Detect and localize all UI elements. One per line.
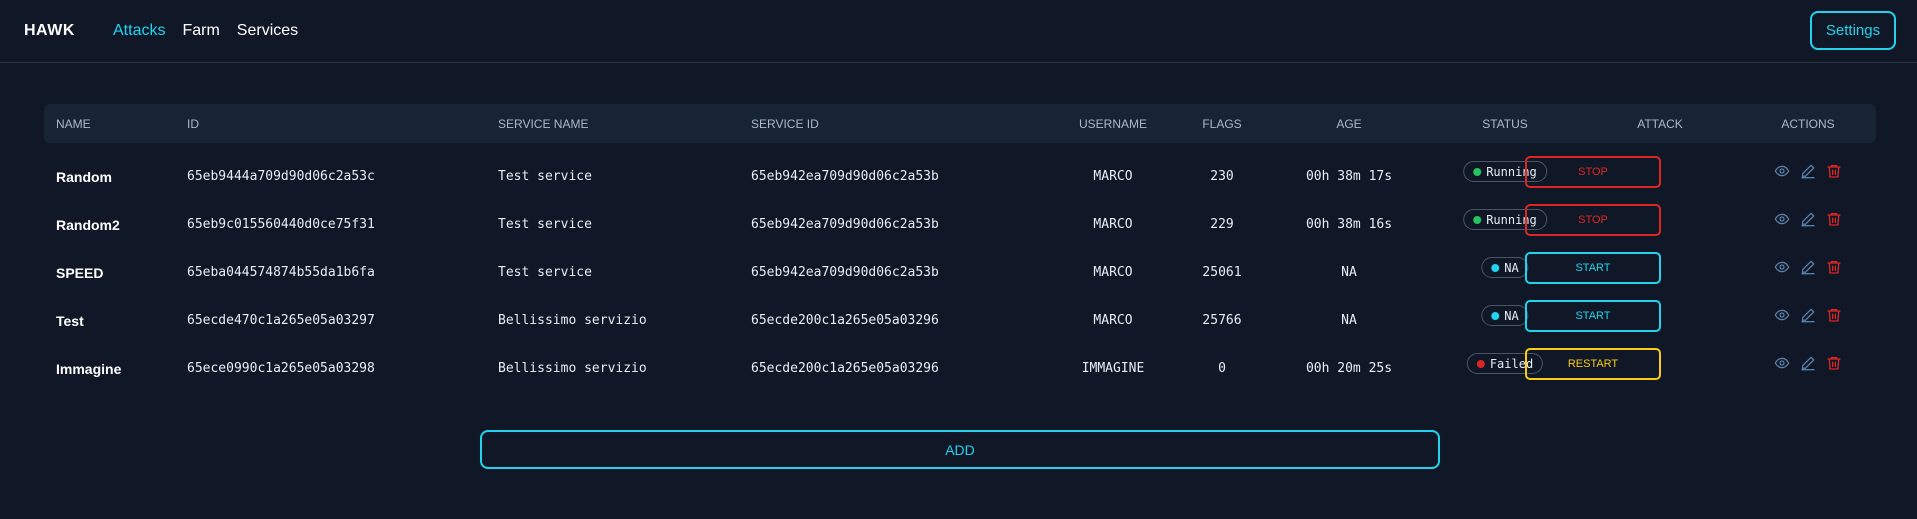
attack-name: Random [56, 169, 112, 185]
eye-icon[interactable] [1774, 355, 1790, 371]
nav-services[interactable]: Services [237, 22, 298, 40]
service-name: Bellissimo servizio [498, 361, 647, 376]
flags-count: 229 [1210, 217, 1234, 232]
flags-count: 0 [1218, 361, 1226, 376]
username: MARCO [1093, 217, 1133, 232]
attack-toggle-button[interactable]: START [1525, 252, 1661, 284]
username: MARCO [1093, 265, 1133, 280]
age: NA [1341, 265, 1357, 280]
attack-toggle-button[interactable]: STOP [1525, 156, 1661, 188]
attack-id: 65eb9c015560440d0ce75f31 [187, 217, 375, 232]
trash-icon[interactable] [1826, 307, 1842, 323]
col-actions: ACTIONS [1781, 117, 1835, 131]
pencil-icon[interactable] [1800, 259, 1816, 275]
pencil-icon[interactable] [1800, 307, 1816, 323]
eye-icon[interactable] [1774, 163, 1790, 179]
username: IMMAGINE [1081, 361, 1145, 376]
attacks-table: NAME ID SERVICE NAME SERVICE ID USERNAME… [44, 104, 1876, 392]
col-name: NAME [56, 117, 91, 131]
top-navbar: HAWK Attacks Farm Services Settings [0, 0, 1917, 63]
service-id: 65ecde200c1a265e05a03296 [751, 313, 939, 328]
service-id: 65eb942ea709d90d06c2a53b [751, 169, 939, 184]
eye-icon[interactable] [1774, 259, 1790, 275]
status-label: NA [1504, 308, 1519, 323]
col-service-id: SERVICE ID [751, 117, 819, 131]
settings-button[interactable]: Settings [1810, 11, 1896, 50]
trash-icon[interactable] [1826, 355, 1842, 371]
attack-toggle-button[interactable]: RESTART [1525, 348, 1661, 380]
col-id: ID [187, 117, 199, 131]
service-name: Test service [498, 217, 592, 232]
trash-icon[interactable] [1826, 211, 1842, 227]
flags-count: 25766 [1202, 313, 1242, 328]
col-age: AGE [1336, 117, 1362, 131]
status-dot-icon [1473, 215, 1482, 224]
attack-name: Random2 [56, 217, 120, 233]
pencil-icon[interactable] [1800, 163, 1816, 179]
age: 00h 38m 16s [1305, 217, 1393, 232]
username: MARCO [1093, 169, 1133, 184]
trash-icon[interactable] [1826, 259, 1842, 275]
age: 00h 20m 25s [1305, 361, 1393, 376]
status-badge: NA [1481, 257, 1529, 278]
attack-toggle-button[interactable]: STOP [1525, 204, 1661, 236]
service-id: 65eb942ea709d90d06c2a53b [751, 265, 939, 280]
flags-count: 230 [1210, 169, 1234, 184]
row-actions [1774, 355, 1842, 371]
table-row: Random2 65eb9c015560440d0ce75f31 Test se… [44, 200, 1876, 248]
status-dot-icon [1473, 167, 1482, 176]
status-dot-icon [1491, 311, 1500, 320]
add-attack-button[interactable]: ADD [480, 430, 1440, 469]
pencil-icon[interactable] [1800, 211, 1816, 227]
row-actions [1774, 307, 1842, 323]
status-badge: NA [1481, 305, 1529, 326]
attack-name: Immagine [56, 361, 122, 377]
status-dot-icon [1491, 263, 1500, 272]
table-body: Random 65eb9444a709d90d06c2a53c Test ser… [44, 152, 1876, 392]
col-username: USERNAME [1078, 117, 1148, 131]
service-id: 65ecde200c1a265e05a03296 [751, 361, 939, 376]
row-actions [1774, 211, 1842, 227]
age: 00h 38m 17s [1305, 169, 1393, 184]
attack-id: 65eb9444a709d90d06c2a53c [187, 169, 375, 184]
main-nav: Attacks Farm Services [113, 22, 298, 40]
nav-attacks[interactable]: Attacks [113, 22, 165, 40]
attack-id: 65ece0990c1a265e05a03298 [187, 361, 375, 376]
status-label: NA [1504, 260, 1519, 275]
status-dot-icon [1476, 359, 1485, 368]
age: NA [1341, 313, 1357, 328]
pencil-icon[interactable] [1800, 355, 1816, 371]
flags-count: 25061 [1202, 265, 1242, 280]
service-name: Test service [498, 169, 592, 184]
brand-logo[interactable]: HAWK [24, 22, 75, 40]
service-name: Bellissimo servizio [498, 313, 647, 328]
table-row: Random 65eb9444a709d90d06c2a53c Test ser… [44, 152, 1876, 200]
eye-icon[interactable] [1774, 307, 1790, 323]
table-row: SPEED 65eba044574874b55da1b6fa Test serv… [44, 248, 1876, 296]
trash-icon[interactable] [1826, 163, 1842, 179]
col-flags: FLAGS [1202, 117, 1242, 131]
nav-farm[interactable]: Farm [182, 22, 219, 40]
eye-icon[interactable] [1774, 211, 1790, 227]
table-row: Test 65ecde470c1a265e05a03297 Bellissimo… [44, 296, 1876, 344]
username: MARCO [1093, 313, 1133, 328]
col-attack: ATTACK [1637, 117, 1683, 131]
col-status: STATUS [1482, 117, 1528, 131]
attack-toggle-button[interactable]: START [1525, 300, 1661, 332]
service-id: 65eb942ea709d90d06c2a53b [751, 217, 939, 232]
table-row: Immagine 65ece0990c1a265e05a03298 Bellis… [44, 344, 1876, 392]
col-service-name: SERVICE NAME [498, 117, 589, 131]
attack-id: 65ecde470c1a265e05a03297 [187, 313, 375, 328]
attack-name: Test [56, 313, 84, 329]
row-actions [1774, 259, 1842, 275]
table-header: NAME ID SERVICE NAME SERVICE ID USERNAME… [44, 104, 1876, 143]
attack-name: SPEED [56, 265, 104, 281]
attack-id: 65eba044574874b55da1b6fa [187, 265, 375, 280]
service-name: Test service [498, 265, 592, 280]
row-actions [1774, 163, 1842, 179]
